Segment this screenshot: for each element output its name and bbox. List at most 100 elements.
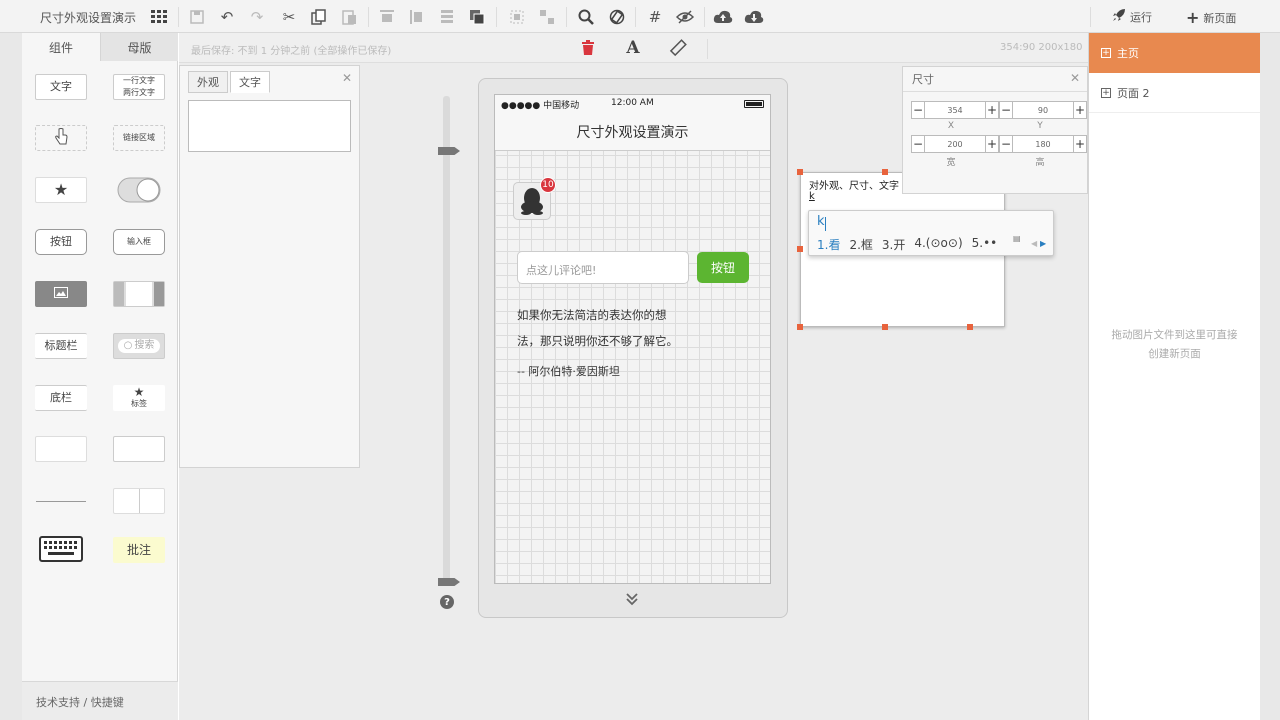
decrement-x-button[interactable]: − (911, 101, 925, 119)
grid-icon[interactable]: # (644, 6, 666, 28)
palette-blank-panel[interactable] (35, 436, 87, 462)
distribute-icon[interactable] (436, 6, 458, 28)
zoom-icon[interactable] (575, 6, 597, 28)
layer-order-icon[interactable] (466, 6, 488, 28)
app-title: 尺寸外观设置演示 (40, 11, 137, 25)
height-stepper[interactable]: − 180 + (999, 135, 1087, 153)
tab-text[interactable]: 文字 (230, 71, 270, 93)
ruler-icon[interactable] (667, 37, 689, 59)
palette-divider[interactable] (35, 488, 87, 514)
palette-carousel[interactable] (113, 281, 165, 307)
cloud-download-icon[interactable] (743, 6, 765, 28)
undo-icon[interactable]: ↶ (216, 6, 238, 28)
comment-input[interactable]: 点这儿评论吧! (517, 251, 689, 284)
cut-icon[interactable]: ✂ (278, 6, 300, 28)
y-value[interactable]: 90 (1013, 101, 1073, 119)
tab-masters[interactable]: 母版 (100, 33, 178, 61)
tab-components[interactable]: 组件 (22, 33, 100, 61)
ime-next-icon[interactable]: ▶ (1040, 239, 1046, 248)
height-value[interactable]: 180 (1013, 135, 1073, 153)
increment-height-button[interactable]: + (1073, 135, 1087, 153)
plus-icon: + (1186, 8, 1200, 27)
resize-handle[interactable] (797, 169, 803, 175)
new-page-button[interactable]: + 新页面 (1186, 8, 1236, 27)
ime-candidate[interactable]: 2.框 (849, 236, 872, 253)
palette-title-bar[interactable]: 标题栏 (35, 333, 87, 359)
redo-icon[interactable]: ↷ (246, 6, 268, 28)
decrement-y-button[interactable]: − (999, 101, 1013, 119)
palette-tab-bar-item[interactable]: ★ 标签 (113, 385, 165, 411)
component-palette: 组件 母版 文字 一行文字 两行文字 链接区域 ★ 按钮 输入框 标题栏 ○ 搜… (22, 33, 178, 720)
ime-prev-icon[interactable]: ◀ (1031, 239, 1037, 248)
palette-columns[interactable] (113, 488, 165, 514)
palette-link-area[interactable]: 链接区域 (113, 125, 165, 151)
zoom-slider-track[interactable] (443, 96, 450, 586)
palette-note[interactable]: 批注 (113, 537, 165, 563)
increment-y-button[interactable]: + (1073, 101, 1087, 119)
rotate-icon[interactable] (606, 6, 628, 28)
text-format-icon[interactable]: A (622, 37, 644, 59)
ime-menu-icon[interactable]: ▤ (1013, 234, 1021, 243)
page-item-home[interactable]: + 主页 (1089, 33, 1260, 73)
palette-icon[interactable]: ★ (35, 177, 87, 203)
palette-keyboard[interactable] (35, 535, 87, 563)
paste-icon[interactable] (338, 6, 360, 28)
palette-switch[interactable] (113, 177, 165, 203)
submit-button[interactable]: 按钮 (697, 252, 749, 283)
y-stepper[interactable]: − 90 + (999, 101, 1087, 119)
palette-hotspot[interactable] (35, 125, 87, 151)
ime-candidate[interactable]: 5.•• (972, 236, 998, 253)
align-middle-icon[interactable] (406, 6, 428, 28)
resize-handle[interactable] (882, 324, 888, 330)
palette-bottom-bar[interactable]: 底栏 (35, 385, 87, 411)
palette-search[interactable]: ○ 搜索 (113, 333, 165, 359)
support-link[interactable]: 技术支持 / 快捷键 (22, 681, 178, 720)
run-label: 运行 (1130, 10, 1152, 24)
save-icon[interactable] (186, 6, 208, 28)
resize-handle[interactable] (882, 169, 888, 175)
palette-button[interactable]: 按钮 (35, 229, 87, 255)
increment-x-button[interactable]: + (985, 101, 999, 119)
copy-icon[interactable] (308, 6, 330, 28)
palette-tab-label: 标签 (131, 399, 147, 408)
group-icon[interactable] (506, 6, 528, 28)
x-stepper[interactable]: − 354 + (911, 101, 999, 119)
palette-image[interactable] (35, 281, 87, 307)
resize-handle[interactable] (967, 324, 973, 330)
decrement-width-button[interactable]: − (911, 135, 925, 153)
apps-grid-icon[interactable] (148, 6, 170, 28)
panel-divider (903, 91, 1087, 92)
palette-box[interactable] (113, 436, 165, 462)
ime-candidate[interactable]: 4.(⊙o⊙) (914, 236, 962, 253)
tab-appearance[interactable]: 外观 (188, 71, 228, 93)
decrement-height-button[interactable]: − (999, 135, 1013, 153)
phone-screen[interactable]: ●●●●● 中国移动 12:00 AM 尺寸外观设置演示 10 点这儿评论吧! … (494, 94, 771, 584)
x-value[interactable]: 354 (925, 101, 985, 119)
palette-input[interactable]: 输入框 (113, 229, 165, 255)
resize-handle[interactable] (797, 324, 803, 330)
align-top-icon[interactable] (376, 6, 398, 28)
toolbar-divider (704, 7, 705, 27)
close-icon[interactable]: ✕ (342, 71, 352, 85)
delete-icon[interactable] (577, 37, 599, 59)
chevron-down-icon[interactable] (625, 592, 639, 610)
toolbar-divider (496, 7, 497, 27)
ime-candidate[interactable]: 3.开 (882, 236, 905, 253)
increment-width-button[interactable]: + (985, 135, 999, 153)
cloud-upload-icon[interactable] (712, 6, 734, 28)
width-value[interactable]: 200 (925, 135, 985, 153)
help-icon[interactable]: ? (440, 595, 454, 609)
text-input-area[interactable] (188, 100, 351, 152)
page-item-page2[interactable]: + 页面 2 (1089, 73, 1260, 113)
width-stepper[interactable]: − 200 + (911, 135, 999, 153)
run-button[interactable]: 运行 (1112, 8, 1152, 25)
palette-multiline-text[interactable]: 一行文字 两行文字 (113, 74, 165, 100)
right-gutter (1260, 33, 1280, 720)
ime-candidate[interactable]: 1.看 (817, 236, 840, 253)
visibility-icon[interactable] (674, 6, 696, 28)
close-icon[interactable]: ✕ (1070, 71, 1080, 85)
resize-handle[interactable] (797, 246, 803, 252)
palette-text[interactable]: 文字 (35, 74, 87, 100)
one-line-label: 一行文字 (123, 76, 155, 85)
ungroup-icon[interactable] (536, 6, 558, 28)
